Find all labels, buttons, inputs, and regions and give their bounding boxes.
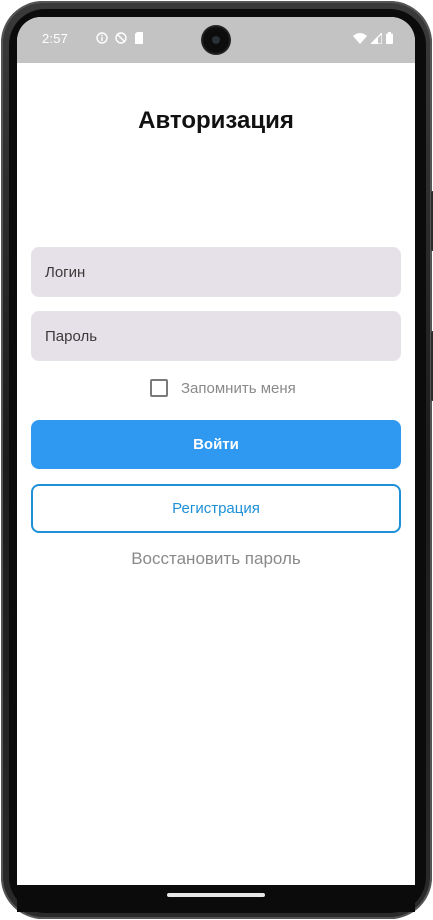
status-icons-right bbox=[353, 32, 393, 44]
info-circle-icon bbox=[96, 32, 108, 44]
restore-password-link[interactable]: Восстановить пароль bbox=[17, 549, 415, 569]
status-time: 2:57 bbox=[42, 31, 69, 46]
page-title: Авторизация bbox=[138, 107, 294, 134]
login-button[interactable]: Войти bbox=[31, 420, 401, 469]
remember-me-label: Запомнить меня bbox=[181, 379, 296, 397]
remember-me-checkbox[interactable] bbox=[150, 379, 168, 397]
register-button[interactable]: Регистрация bbox=[31, 484, 401, 533]
status-icons-left bbox=[71, 32, 144, 44]
status-bar: 2:57 bbox=[17, 17, 415, 63]
remember-me-toggle[interactable]: Запомнить меня bbox=[150, 379, 296, 397]
do-not-disturb-icon bbox=[115, 32, 127, 44]
front-camera bbox=[203, 27, 229, 53]
screen: 2:57 Авторизация Логин Запомнить меня Во… bbox=[17, 17, 415, 885]
device: 2:57 Авторизация Логин Запомнить меня Во… bbox=[0, 0, 433, 920]
navigation-bar bbox=[17, 885, 415, 912]
wifi-icon bbox=[353, 32, 367, 44]
sd-card-icon bbox=[135, 32, 143, 44]
battery-icon bbox=[386, 32, 393, 44]
home-indicator[interactable] bbox=[167, 893, 265, 897]
password-input[interactable] bbox=[31, 311, 401, 361]
signal-icon bbox=[371, 32, 382, 44]
login-input[interactable] bbox=[31, 247, 401, 297]
